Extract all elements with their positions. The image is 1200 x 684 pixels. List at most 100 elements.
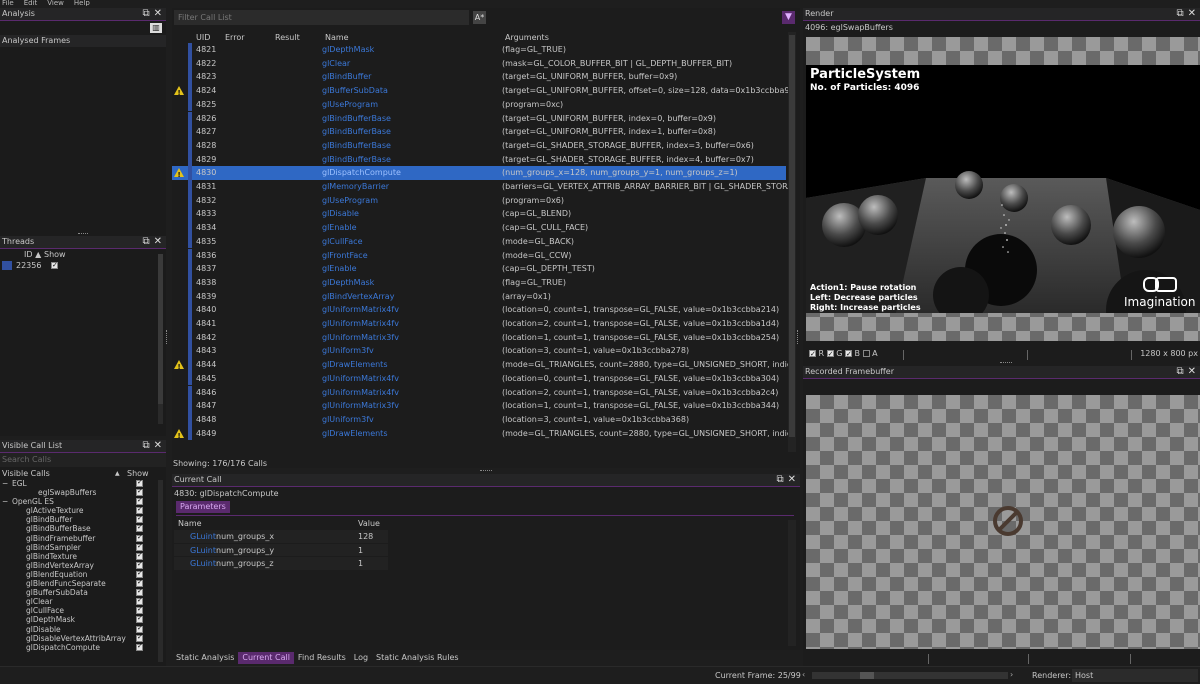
call-row[interactable]: 4827 glBindBufferBase (target=GL_UNIFORM_B…: [172, 125, 786, 139]
call-row[interactable]: 4837 glEnable (cap=GL_DEPTH_TEST): [172, 262, 786, 276]
channel-g-checkbox[interactable]: [826, 348, 834, 360]
call-name[interactable]: glBindVertexArray: [322, 290, 394, 304]
warning-icon[interactable]: [174, 360, 184, 375]
vcl-item[interactable]: glDispatchCompute: [0, 642, 166, 652]
call-row[interactable]: 4824 glBufferSubData (target=GL_UNIFORM_BU…: [172, 84, 788, 101]
col-uid[interactable]: UID: [196, 32, 210, 43]
call-name[interactable]: glDrawElements: [322, 358, 387, 372]
call-row[interactable]: 4842 glUniformMatrix3fv (location=1, count…: [172, 330, 786, 345]
close-icon[interactable]: ✕: [154, 440, 162, 452]
call-row[interactable]: 4834 glEnable (cap=GL_CULL_FACE): [172, 221, 786, 235]
frame-next-icon[interactable]: ›: [1010, 670, 1013, 679]
restore-icon[interactable]: ⧉: [142, 8, 149, 20]
bottom-tab[interactable]: Current Call: [238, 652, 294, 664]
call-row[interactable]: 4838 glDepthMask (flag=GL_TRUE): [172, 275, 786, 290]
call-name[interactable]: glUniformMatrix4fv: [322, 372, 399, 386]
call-name[interactable]: glDepthMask: [322, 43, 374, 57]
vcl-show-checkbox[interactable]: [136, 578, 143, 587]
collapse-icon[interactable]: −: [2, 479, 8, 488]
vcl-show-checkbox[interactable]: [136, 496, 143, 505]
vcl-show-checkbox[interactable]: [136, 633, 143, 642]
col-error[interactable]: Error: [225, 32, 245, 43]
chart-icon[interactable]: ▥: [150, 23, 162, 33]
call-name[interactable]: glBindBufferBase: [322, 139, 391, 153]
call-name[interactable]: glUniform3fv: [322, 413, 374, 427]
restore-icon[interactable]: ⧉: [776, 474, 783, 486]
call-name[interactable]: glUseProgram: [322, 98, 378, 112]
call-row[interactable]: 4835 glCullFace (mode=GL_BACK): [172, 234, 786, 249]
call-row[interactable]: 4847 glUniformMatrix3fv (location=1, count…: [172, 399, 786, 413]
restore-icon[interactable]: ⧉: [1176, 366, 1183, 378]
render-viewport[interactable]: ParticleSystem No. of Particles: 4096 Ac…: [806, 37, 1200, 341]
call-name[interactable]: glCullFace: [322, 235, 363, 249]
call-name[interactable]: glBufferSubData: [322, 84, 388, 98]
scrollbar-thumb[interactable]: [789, 35, 795, 437]
filter-icon[interactable]: ▼: [782, 11, 795, 24]
vcl-show-checkbox[interactable]: [136, 514, 143, 523]
vcl-show-checkbox[interactable]: [136, 614, 143, 624]
vcl-show-checkbox[interactable]: [136, 560, 143, 569]
menu-file[interactable]: File: [2, 0, 14, 6]
call-name[interactable]: glFrontFace: [322, 249, 368, 263]
analysed-frames-tab[interactable]: Analysed Frames: [0, 35, 166, 47]
call-row[interactable]: 4833 glDisable (cap=GL_BLEND): [172, 207, 786, 222]
vcl-show-checkbox[interactable]: [136, 551, 143, 560]
bottom-tab[interactable]: Find Results: [294, 652, 350, 664]
call-row[interactable]: 4844 glDrawElements (mode=GL_TRIANGLES, co…: [172, 358, 788, 375]
params-scrollbar[interactable]: [788, 520, 796, 646]
vcl-col-calls[interactable]: Visible Calls: [2, 469, 50, 479]
threads-col-id[interactable]: ID ▲: [24, 249, 41, 260]
recorded-viewport[interactable]: [806, 395, 1200, 649]
bottom-tab[interactable]: Static Analysis Rules: [372, 652, 463, 664]
vcl-show-checkbox[interactable]: [136, 487, 143, 496]
close-icon[interactable]: ✕: [154, 8, 162, 20]
vcl-show-checkbox[interactable]: [136, 542, 143, 551]
call-row[interactable]: 4826 glBindBufferBase (target=GL_UNIFORM_B…: [172, 111, 786, 126]
call-name[interactable]: glUniformMatrix3fv: [322, 331, 399, 345]
call-row[interactable]: 4840 glUniformMatrix4fv (location=0, count…: [172, 303, 786, 317]
collapse-icon[interactable]: −: [2, 497, 8, 506]
channel-b-checkbox[interactable]: [844, 348, 852, 360]
call-row[interactable]: 4836 glFrontFace (mode=GL_CCW): [172, 248, 786, 263]
call-name[interactable]: glUniformMatrix4fv: [322, 317, 399, 331]
close-icon[interactable]: ✕: [788, 474, 796, 486]
call-name[interactable]: glClear: [322, 57, 350, 71]
scrollbar-thumb[interactable]: [158, 254, 163, 404]
regex-toggle-icon[interactable]: A*: [473, 11, 486, 24]
call-name[interactable]: glDepthMask: [322, 276, 374, 290]
menu-help[interactable]: Help: [74, 0, 90, 6]
threads-col-show[interactable]: Show: [44, 249, 66, 260]
channel-r-checkbox[interactable]: [809, 348, 816, 360]
call-name[interactable]: glEnable: [322, 221, 357, 235]
splitter-handle[interactable]: [1000, 362, 1012, 364]
bottom-tab[interactable]: Static Analysis: [172, 652, 238, 664]
param-row[interactable]: GLuint num_groups_z 1: [174, 557, 388, 571]
menu-view[interactable]: View: [47, 0, 64, 6]
vcl-show-checkbox[interactable]: [136, 533, 143, 542]
close-icon[interactable]: ✕: [154, 236, 162, 248]
close-icon[interactable]: ✕: [1188, 8, 1196, 20]
call-row[interactable]: 4830 glDispatchCompute (num_groups_x=128, …: [172, 166, 786, 183]
frame-prev-icon[interactable]: ‹: [802, 670, 805, 679]
col-arguments[interactable]: Arguments: [505, 32, 549, 43]
call-row[interactable]: 4832 glUseProgram (program=0x6): [172, 193, 786, 208]
bottom-tab[interactable]: Log: [350, 652, 372, 664]
splitter-handle[interactable]: [78, 233, 88, 235]
tab-parameters[interactable]: Parameters: [176, 501, 230, 513]
warning-icon[interactable]: [174, 428, 184, 443]
call-row[interactable]: 4841 glUniformMatrix4fv (location=2, count…: [172, 317, 786, 331]
call-row[interactable]: 4848 glUniform3fv (location=3, count=1, va…: [172, 412, 786, 427]
vertical-splitter[interactable]: [166, 330, 172, 344]
filter-call-list-input[interactable]: Filter Call List: [174, 10, 469, 25]
splitter-handle[interactable]: [480, 470, 492, 472]
warning-icon[interactable]: [174, 168, 184, 183]
call-name[interactable]: glBindBufferBase: [322, 112, 391, 126]
vcl-show-checkbox[interactable]: [136, 596, 143, 605]
vcl-show-checkbox[interactable]: [136, 642, 143, 651]
close-icon[interactable]: ✕: [1188, 366, 1196, 378]
call-name[interactable]: glEnable: [322, 262, 357, 276]
call-name[interactable]: glUniform3fv: [322, 344, 374, 358]
call-row[interactable]: 4822 glClear (mask=GL_COLOR_BUFFER_BIT | G…: [172, 56, 786, 71]
col-name[interactable]: Name: [325, 32, 349, 43]
call-name[interactable]: glDispatchCompute: [322, 166, 401, 180]
